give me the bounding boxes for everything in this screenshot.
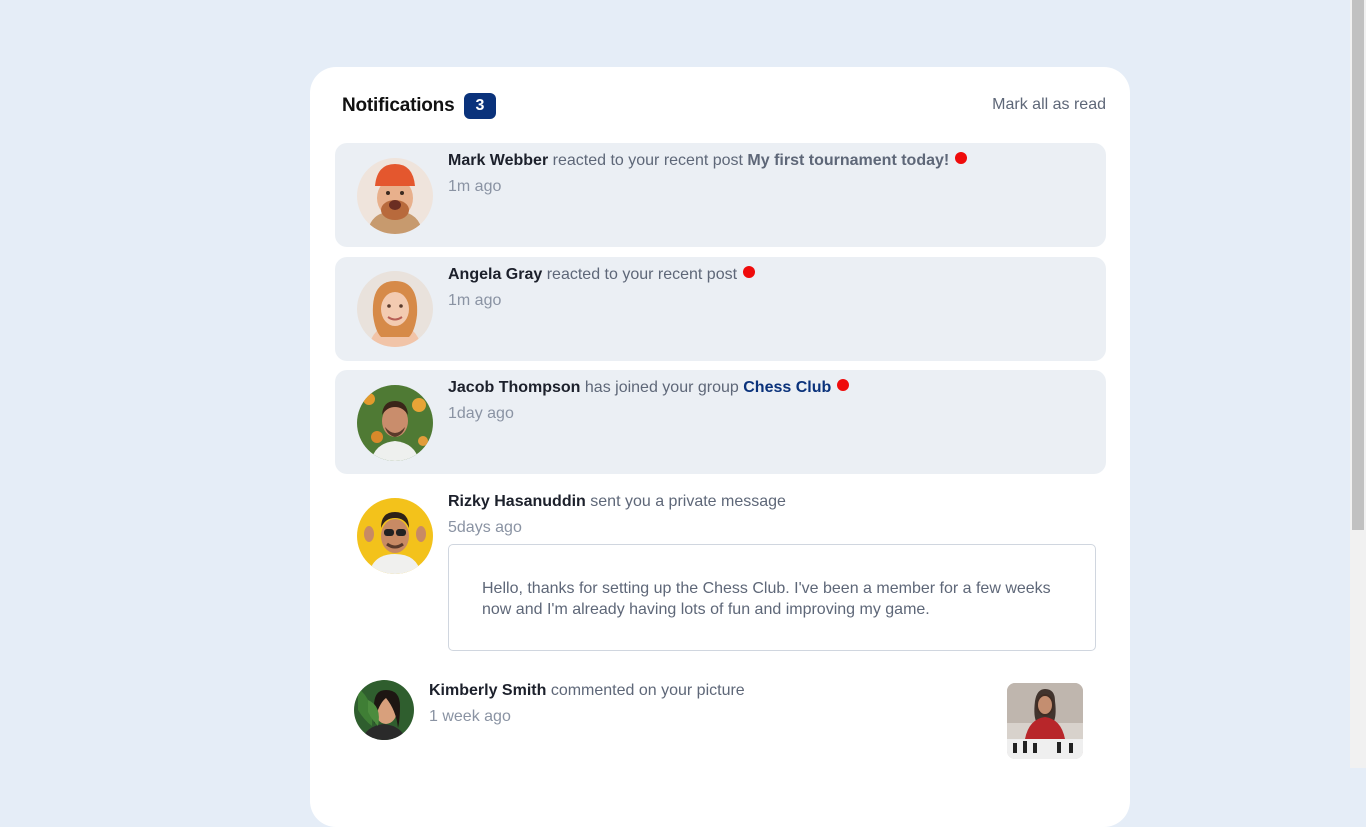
commented-picture[interactable] (1007, 683, 1083, 759)
avatar[interactable] (357, 498, 433, 574)
user-name[interactable]: Mark Webber (448, 152, 548, 169)
avatar[interactable] (357, 385, 433, 461)
group-link[interactable]: Chess Club (743, 379, 831, 396)
notification-action: has joined your group (584, 379, 739, 396)
timestamp: 1m ago (448, 178, 502, 195)
notifications-card: Notifications 3 Mark all as read Mark We… (310, 67, 1130, 827)
unread-dot (837, 379, 850, 391)
notification-action: reacted to your recent post (546, 266, 738, 283)
unread-dot (955, 152, 968, 164)
timestamp: 1day ago (448, 405, 514, 422)
unread-count-badge: 3 (464, 93, 496, 119)
header: Notifications 3 Mark all as read (342, 93, 1106, 123)
scrollbar-thumb[interactable] (1352, 0, 1364, 530)
unread-dot (743, 266, 756, 278)
notification-action: commented on your picture (550, 682, 745, 699)
notification-item[interactable]: Mark Webber reacted to your recent post … (335, 143, 1106, 247)
notification-item[interactable]: Jacob Thompson has joined your group Che… (335, 370, 1106, 474)
scrollbar[interactable] (1350, 0, 1366, 768)
post-link[interactable]: My first tournament today! (747, 152, 949, 169)
avatar[interactable] (357, 271, 433, 347)
notification-item[interactable]: Kimberly Smith commented on your picture… (335, 673, 1106, 773)
notification-action: reacted to your recent post (552, 152, 743, 169)
notification-item[interactable]: Angela Gray reacted to your recent post … (335, 257, 1106, 361)
timestamp: 1m ago (448, 292, 502, 309)
user-name[interactable]: Angela Gray (448, 266, 542, 283)
notification-action: sent you a private message (590, 493, 786, 510)
user-name[interactable]: Jacob Thompson (448, 379, 580, 396)
user-name[interactable]: Rizky Hasanuddin (448, 493, 586, 510)
avatar[interactable] (357, 158, 433, 234)
avatar[interactable] (354, 680, 414, 740)
timestamp: 1 week ago (429, 708, 511, 725)
page-title: Notifications (342, 95, 455, 116)
mark-all-as-read-button[interactable]: Mark all as read (992, 96, 1106, 114)
user-name[interactable]: Kimberly Smith (429, 682, 546, 699)
private-message[interactable]: Hello, thanks for setting up the Chess C… (448, 544, 1096, 651)
timestamp: 5days ago (448, 519, 522, 536)
